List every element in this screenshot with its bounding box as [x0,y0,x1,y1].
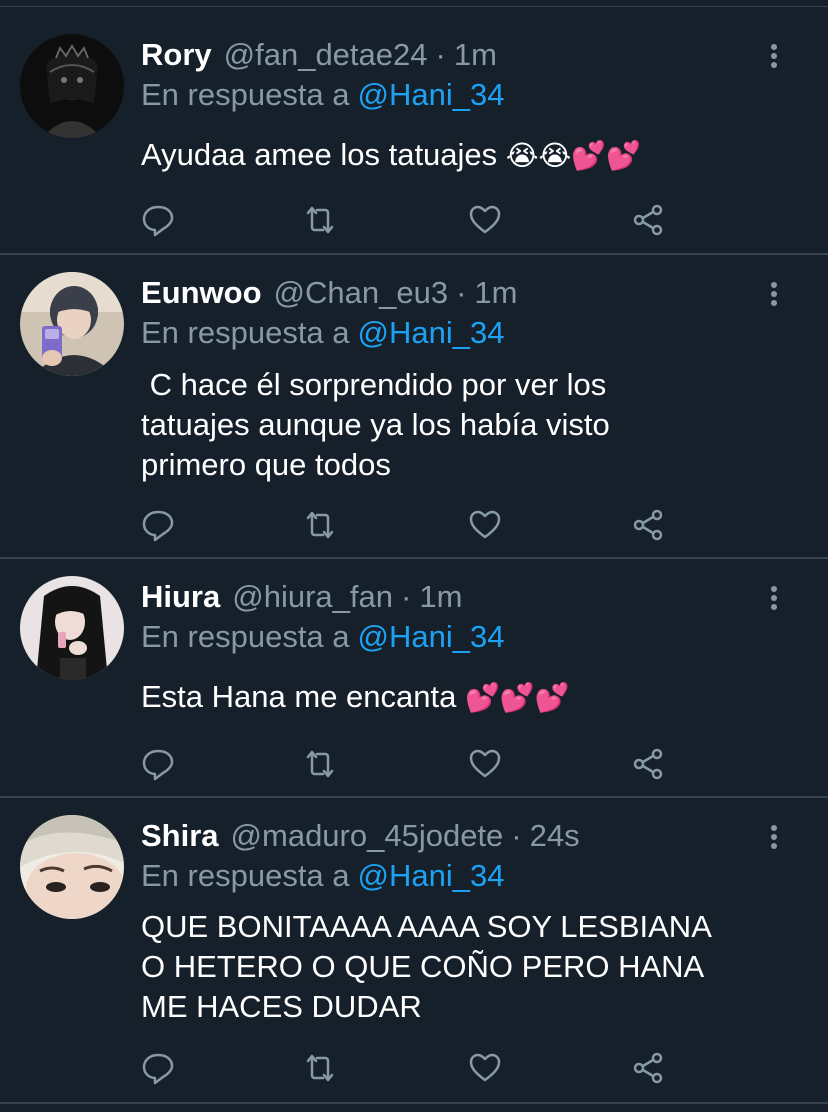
tweet-header: Hiura @hiura_fan · 1m [141,577,462,617]
tweet-actions [141,203,681,237]
heart-icon[interactable] [468,508,502,542]
timeline: Rory @fan_detae24 · 1m En respuesta a @Hani_… [0,0,828,1112]
tweet-text-content: C hace él sorprendido por ver los tatuaj… [141,367,610,482]
timestamp[interactable]: 1m [454,37,497,72]
separator-dot: · [511,818,522,853]
reply-icon[interactable] [141,1051,175,1085]
heart-icon[interactable] [468,1051,502,1085]
tweet-text-content: Esta Hana me encanta [141,679,457,714]
reply-icon[interactable] [141,747,175,781]
share-icon[interactable] [631,203,665,237]
user-handle[interactable]: @maduro_45jodete [231,818,504,853]
reply-context: En respuesta a @Hani_34 [141,856,504,896]
tweet-actions [141,508,681,542]
reply-context: En respuesta a @Hani_34 [141,313,504,353]
display-name[interactable]: Hiura [141,579,220,614]
reply-mention-link[interactable]: @Hani_34 [358,77,505,112]
tweet-actions [141,1051,681,1085]
tweet-text-content: Ayudaa amee los tatuajes [141,137,498,172]
reply-context: En respuesta a @Hani_34 [141,75,504,115]
share-icon[interactable] [631,508,665,542]
tweet-emoji: 💕💕💕 [464,682,570,713]
tweet[interactable]: Shira @maduro_45jodete · 24s En respuesta a… [0,798,828,1104]
timestamp[interactable]: 1m [474,275,517,310]
user-handle[interactable]: @hiura_fan [232,579,393,614]
user-handle[interactable]: @Chan_eu3 [274,275,449,310]
separator-dot: · [435,37,446,72]
avatar[interactable] [20,576,124,680]
user-handle[interactable]: @fan_detae24 [224,37,428,72]
display-name[interactable]: Rory [141,37,212,72]
tweet-text: QUE BONITAAAA AAAA SOY LESBIANA O HETERO… [141,907,781,1027]
avatar[interactable] [20,34,124,138]
heart-icon[interactable] [468,203,502,237]
reply-icon[interactable] [141,203,175,237]
tweet-text: Esta Hana me encanta 💕💕💕 [141,677,781,718]
heart-icon[interactable] [468,747,502,781]
more-vertical-icon[interactable] [768,43,780,73]
more-vertical-icon[interactable] [768,281,780,311]
tweet[interactable]: Eunwoo @Chan_eu3 · 1m En respuesta a @Hani_3… [0,255,828,559]
separator-dot: · [401,579,412,614]
timestamp[interactable]: 24s [530,818,580,853]
separator-dot: · [456,275,467,310]
reply-prefix: En respuesta a [141,619,350,654]
share-icon[interactable] [631,1051,665,1085]
reply-prefix: En respuesta a [141,858,350,893]
retweet-icon[interactable] [303,1051,337,1085]
reply-mention-link[interactable]: @Hani_34 [358,858,505,893]
retweet-icon[interactable] [303,747,337,781]
share-icon[interactable] [631,747,665,781]
reply-mention-link[interactable]: @Hani_34 [358,619,505,654]
tweet-text: Ayudaa amee los tatuajes 😭😭💕💕 [141,135,781,176]
display-name[interactable]: Shira [141,818,219,853]
more-vertical-icon[interactable] [768,585,780,615]
tweet-actions [141,747,681,781]
reply-icon[interactable] [141,508,175,542]
reply-prefix: En respuesta a [141,77,350,112]
timestamp[interactable]: 1m [419,579,462,614]
reply-mention-link[interactable]: @Hani_34 [358,315,505,350]
tweet-header: Shira @maduro_45jodete · 24s [141,816,580,856]
tweet[interactable]: Rory @fan_detae24 · 1m En respuesta a @Hani_… [0,8,828,255]
avatar[interactable] [20,815,124,919]
top-divider [0,0,828,7]
more-vertical-icon[interactable] [768,824,780,854]
display-name[interactable]: Eunwoo [141,275,262,310]
avatar[interactable] [20,272,124,376]
reply-prefix: En respuesta a [141,315,350,350]
tweet[interactable]: Hiura @hiura_fan · 1m En respuesta a @Hani_3… [0,559,828,798]
retweet-icon[interactable] [303,508,337,542]
reply-context: En respuesta a @Hani_34 [141,617,504,657]
tweet-header: Eunwoo @Chan_eu3 · 1m [141,273,518,313]
tweet-emoji: 😭😭💕💕 [505,140,641,171]
tweet-text: C hace él sorprendido por ver los tatuaj… [141,365,781,485]
tweet-header: Rory @fan_detae24 · 1m [141,35,497,75]
tweet-text-content: QUE BONITAAAA AAAA SOY LESBIANA O HETERO… [141,909,712,1024]
retweet-icon[interactable] [303,203,337,237]
